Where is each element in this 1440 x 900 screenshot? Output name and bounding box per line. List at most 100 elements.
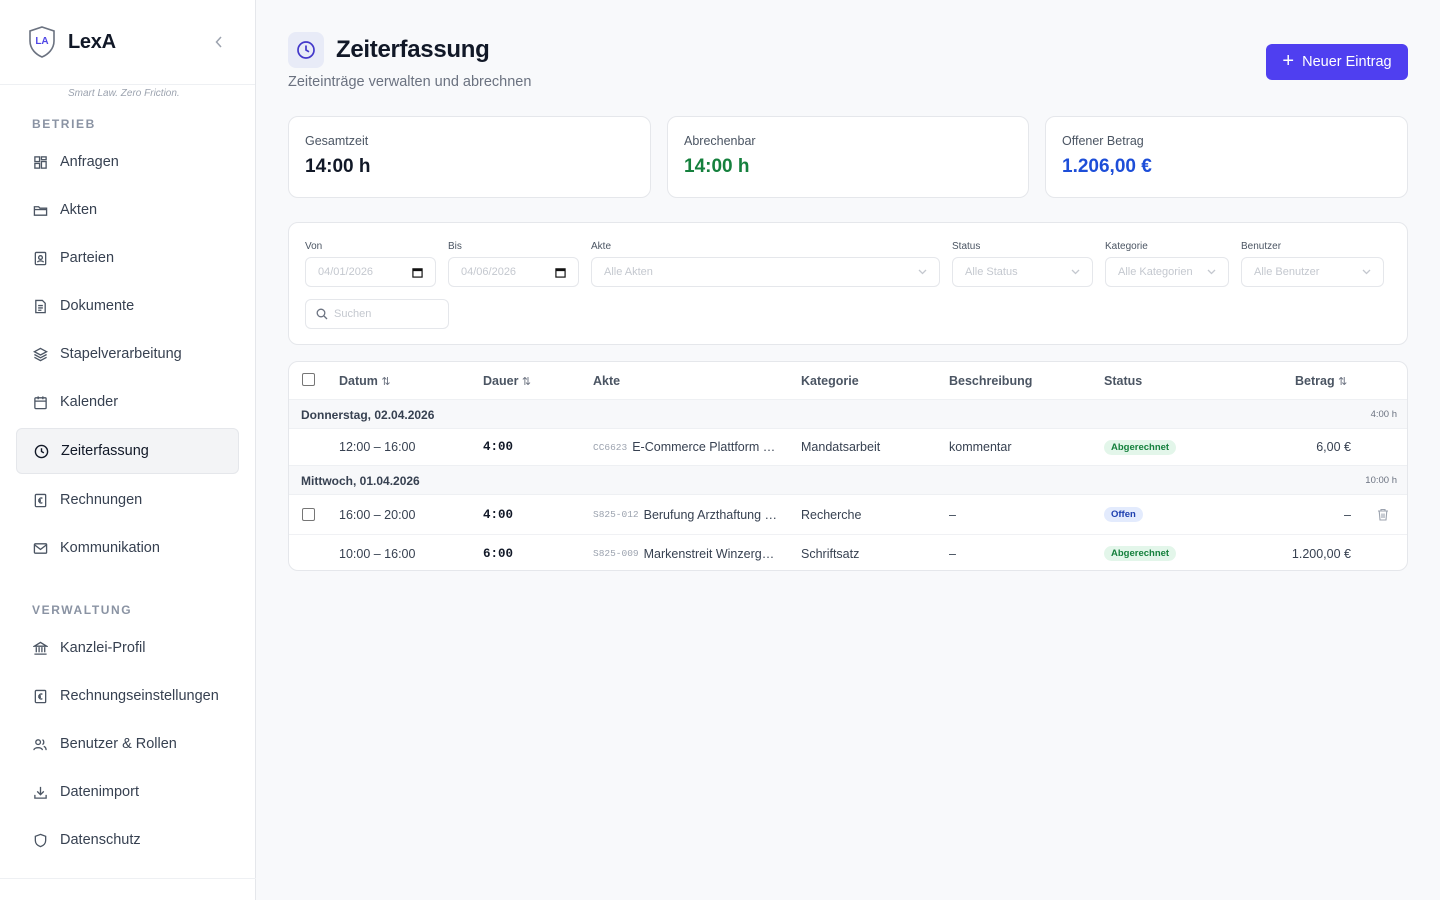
column-header-date[interactable]: Datum ⇅ [339, 362, 391, 400]
sidebar-item-benutzer-rollen[interactable]: Benutzer & Rollen [16, 721, 239, 767]
stat-value: 14:00 h [684, 156, 750, 177]
sidebar-item-stapelverarbeitung[interactable]: Stapelverarbeitung [16, 331, 239, 377]
entry-time: 10:00 – 16:00 [339, 546, 416, 561]
delete-entry-button[interactable] [1377, 495, 1389, 534]
sidebar-item-label: Dokumente [60, 298, 135, 314]
entry-duration: 4:00 [483, 507, 514, 522]
column-header-file: Akte [593, 374, 621, 388]
column-header-duration[interactable]: Dauer ⇅ [483, 362, 531, 400]
sidebar-item-datenschutz[interactable]: Datenschutz [16, 817, 239, 863]
sidebar-item-label: Kalender [60, 394, 119, 410]
table-row[interactable]: 10:00 – 16:00 6:00 S825-009 Markenstreit… [289, 535, 1407, 570]
time-entries-table: Datum ⇅ Dauer ⇅ Akte Kategorie Beschreib… [288, 361, 1408, 571]
from-date-input[interactable]: 04/01/2026 [305, 257, 436, 287]
plus-icon: + [1282, 50, 1295, 72]
status-badge: Abgerechnet [1104, 546, 1177, 561]
entry-time: 12:00 – 16:00 [339, 440, 416, 454]
sidebar-divider [0, 878, 256, 879]
new-entry-button[interactable]: + Neuer Eintrag [1266, 44, 1408, 80]
search-icon [316, 308, 328, 320]
category-label: Kategorie [1105, 241, 1148, 252]
column-header-category: Kategorie [801, 374, 859, 388]
sidebar-item-label: Benutzer & Rollen [60, 736, 177, 752]
layers-icon [32, 346, 48, 362]
select-all-checkbox[interactable] [302, 373, 315, 386]
column-header-label: Betrag [1295, 374, 1335, 388]
invoice-icon [32, 492, 48, 508]
sort-icon: ⇅ [1338, 376, 1348, 388]
sidebar-item-label: Datenschutz [60, 832, 141, 848]
sidebar-item-kalender[interactable]: Kalender [16, 379, 239, 425]
column-header-description: Beschreibung [949, 374, 1033, 388]
column-header-label: Dauer [483, 374, 519, 388]
category-select[interactable]: Alle Kategorien [1105, 257, 1229, 287]
chevron-down-icon [918, 269, 927, 275]
collapse-sidebar-button[interactable] [211, 32, 227, 52]
status-select-value: Alle Status [965, 266, 1018, 278]
group-total: 10:00 h [1365, 475, 1397, 486]
entry-description: – [949, 507, 956, 522]
entry-file[interactable]: S825-009 Markenstreit Winzerg… [593, 535, 774, 570]
table-row[interactable]: 16:00 – 20:00 4:00 S825-012 Berufung Arz… [289, 495, 1407, 535]
stat-label: Gesamtzeit [305, 134, 369, 148]
sidebar-item-dokumente[interactable]: Dokumente [16, 283, 239, 329]
group-date: Mittwoch, 01.04.2026 [301, 474, 420, 488]
sidebar-item-zeiterfassung[interactable]: Zeiterfassung [16, 428, 239, 474]
chevron-down-icon [1362, 269, 1371, 275]
sidebar-item-label: Stapelverarbeitung [60, 346, 182, 362]
column-header-amount[interactable]: Betrag ⇅ [1295, 362, 1347, 400]
entry-category: Schriftsatz [801, 546, 860, 561]
sidebar-item-parteien[interactable]: Parteien [16, 235, 239, 281]
sidebar: LA LexA Smart Law. Zero Friction. BETRIE… [0, 0, 256, 900]
page-subtitle: Zeiteinträge verwalten und abrechnen [288, 74, 532, 90]
page-title: Zeiterfassung [336, 36, 490, 63]
entry-amount: 1.200,00 € [1291, 546, 1351, 561]
entry-description: kommentar [949, 440, 1012, 454]
user-select[interactable]: Alle Benutzer [1241, 257, 1384, 287]
status-select[interactable]: Alle Status [952, 257, 1093, 287]
sidebar-item-label: Anfragen [60, 154, 119, 170]
file-select-value: Alle Akten [604, 266, 653, 278]
sidebar-item-rechnungseinstellungen[interactable]: Rechnungseinstellungen [16, 673, 239, 719]
page-title-icon-box [288, 32, 324, 68]
column-header-label: Datum [339, 374, 378, 388]
file-code: CC6623 [593, 441, 628, 453]
calendar-icon [412, 267, 423, 278]
sidebar-item-kommunikation[interactable]: Kommunikation [16, 525, 239, 571]
sidebar-item-rechnungen[interactable]: Rechnungen [16, 477, 239, 523]
section-label-verwaltung: VERWALTUNG [32, 603, 133, 617]
sidebar-item-kanzlei-profil[interactable]: Kanzlei-Profil [16, 625, 239, 671]
chevron-down-icon [1071, 269, 1080, 275]
entry-file[interactable]: S825-012 Berufung Arzthaftung … [593, 495, 777, 534]
chevron-left-icon [215, 36, 222, 48]
logo-shield-icon: LA [29, 26, 55, 58]
date-group-header: Mittwoch, 01.04.2026 10:00 h [289, 465, 1407, 495]
mail-icon [32, 540, 48, 556]
entry-duration: 4:00 [483, 440, 514, 454]
to-date-input[interactable]: 04/06/2026 [448, 257, 579, 287]
category-select-value: Alle Kategorien [1118, 266, 1193, 278]
stat-card-open-amount: Offener Betrag 1.206,00 € [1045, 116, 1408, 198]
sidebar-item-anfragen[interactable]: Anfragen [16, 139, 239, 185]
entry-category: Recherche [801, 507, 862, 522]
search-input[interactable]: Suchen [305, 299, 449, 329]
file-label: Akte [591, 241, 612, 252]
grid-icon [32, 154, 48, 170]
stat-value: 14:00 h [305, 156, 371, 177]
column-header-status: Status [1104, 374, 1143, 388]
sidebar-item-akten[interactable]: Akten [16, 187, 239, 233]
sort-icon: ⇅ [521, 376, 532, 388]
main-content: Zeiterfassung Zeiteinträge verwalten und… [256, 0, 1440, 900]
entry-file[interactable]: CC6623 E-Commerce Plattform … [593, 429, 775, 465]
row-select-checkbox[interactable] [302, 508, 315, 521]
sidebar-item-datenimport[interactable]: Datenimport [16, 769, 239, 815]
contact-icon [32, 250, 48, 266]
stat-value: 1.206,00 € [1062, 156, 1152, 177]
group-date: Donnerstag, 02.04.2026 [301, 408, 435, 422]
sidebar-item-label: Rechnungen [60, 492, 143, 508]
file-select[interactable]: Alle Akten [591, 257, 940, 287]
bank-icon [32, 640, 48, 656]
invoice-settings-icon [32, 688, 48, 704]
download-icon [32, 784, 48, 800]
table-row[interactable]: 12:00 – 16:00 4:00 CC6623 E-Commerce Pla… [289, 429, 1407, 466]
